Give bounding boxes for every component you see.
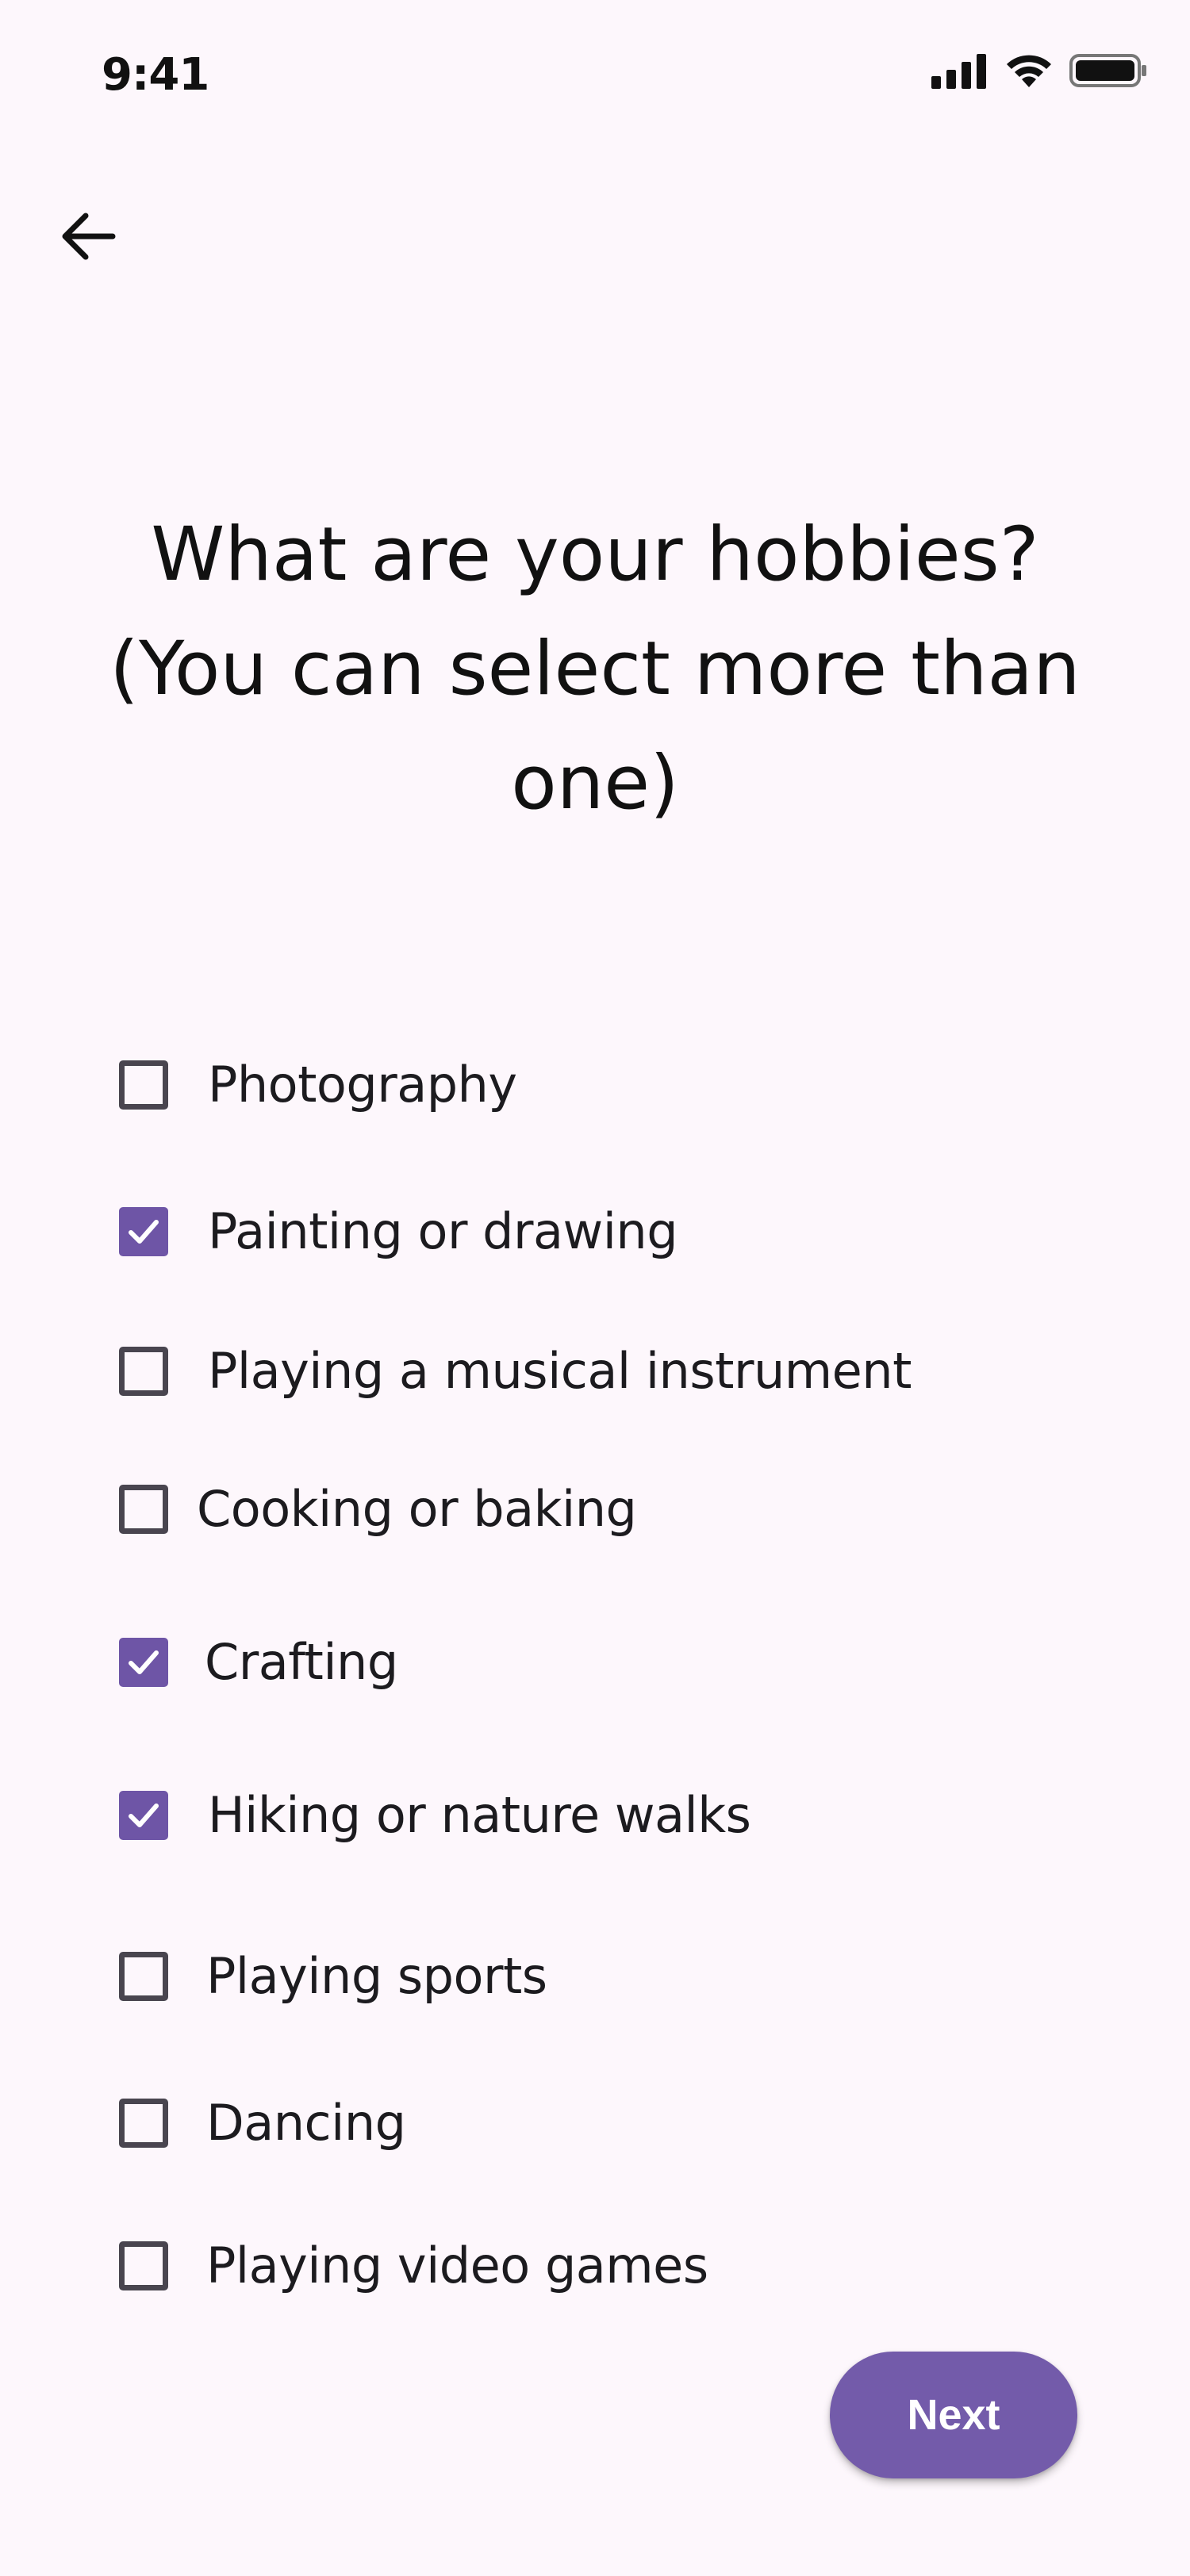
status-bar: 9:41 [0,0,1190,151]
checkbox[interactable] [119,1790,168,1840]
checkbox[interactable] [119,1951,168,2001]
option-crafting[interactable]: Crafting [119,1633,398,1691]
option-dancing[interactable]: Dancing [119,2094,406,2152]
cellular-signal-icon [931,52,988,93]
check-icon [129,1650,159,1674]
checkbox[interactable] [119,2241,168,2290]
option-label: Photography [208,1056,517,1114]
option-photography[interactable]: Photography [119,1056,517,1114]
option-label: Playing a musical instrument [208,1342,912,1400]
checkbox[interactable] [119,1484,168,1534]
next-button[interactable]: Next [830,2352,1077,2478]
wifi-icon [1004,52,1054,93]
option-label: Playing sports [206,1947,547,2005]
option-label: Cooking or baking [197,1480,637,1538]
checkbox[interactable] [119,2098,168,2148]
option-label: Playing video games [206,2237,708,2294]
option-label: Painting or drawing [208,1202,678,1260]
status-icons [931,52,1149,93]
option-playing-a-musical-instrument[interactable]: Playing a musical instrument [119,1342,912,1400]
check-icon [129,1803,159,1827]
checkbox[interactable] [119,1206,168,1256]
option-painting-or-drawing[interactable]: Painting or drawing [119,1202,678,1260]
arrow-left-icon [57,206,117,270]
title-line: (You can select more than [109,625,1081,712]
option-label: Crafting [205,1633,398,1691]
option-cooking-or-baking[interactable]: Cooking or baking [119,1480,637,1538]
title-line: What are your hobbies? [151,511,1039,598]
status-time: 9:41 [102,49,209,101]
checkbox[interactable] [119,1346,168,1396]
option-label: Dancing [206,2094,406,2152]
option-playing-sports[interactable]: Playing sports [119,1947,547,2005]
option-playing-video-games[interactable]: Playing video games [119,2237,708,2294]
option-label: Hiking or nature walks [208,1786,751,1844]
title-line: one) [511,739,679,826]
back-button[interactable] [48,198,127,278]
checkbox[interactable] [119,1637,168,1687]
option-hiking-or-nature-walks[interactable]: Hiking or nature walks [119,1786,751,1844]
page-title: What are your hobbies? (You can select m… [63,498,1127,841]
check-icon [129,1219,159,1244]
checkbox[interactable] [119,1060,168,1110]
battery-icon [1069,52,1149,93]
